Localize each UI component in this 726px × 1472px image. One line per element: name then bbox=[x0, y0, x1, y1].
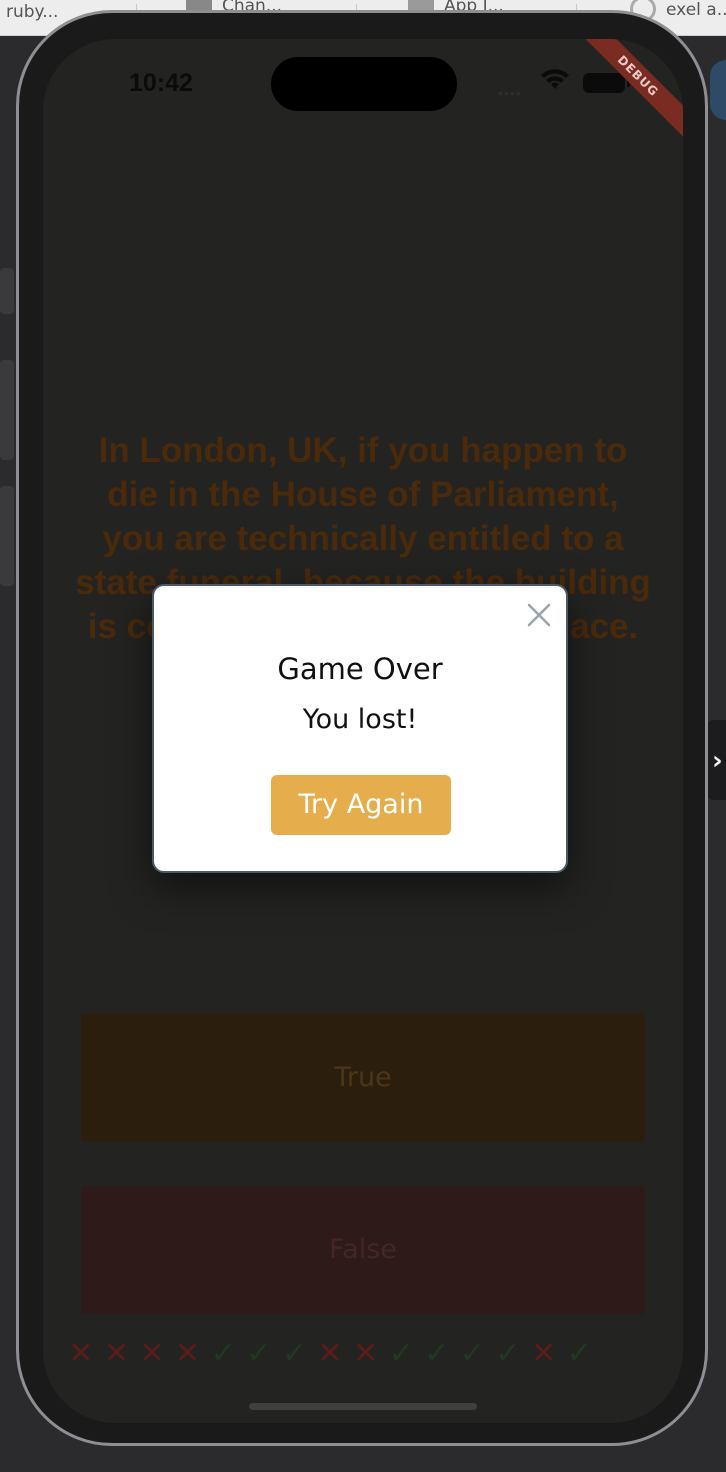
home-indicator[interactable] bbox=[249, 1403, 477, 1410]
game-over-dialog: Game Over You lost! Try Again bbox=[152, 584, 568, 873]
battery-icon bbox=[583, 73, 630, 93]
correct-mark-icon: ✓ bbox=[566, 1336, 592, 1371]
wrong-mark-icon: ✕ bbox=[103, 1336, 129, 1371]
correct-mark-icon: ✓ bbox=[210, 1336, 236, 1371]
wrong-mark-icon: ✕ bbox=[139, 1336, 165, 1371]
side-panel-toggle[interactable]: › bbox=[706, 720, 726, 800]
dynamic-island bbox=[271, 57, 457, 111]
correct-mark-icon: ✓ bbox=[495, 1336, 521, 1371]
close-icon[interactable] bbox=[524, 600, 554, 630]
wrong-mark-icon: ✕ bbox=[175, 1336, 201, 1371]
wrong-mark-icon: ✕ bbox=[317, 1336, 343, 1371]
status-time: 10:42 bbox=[129, 69, 193, 97]
correct-mark-icon: ✓ bbox=[424, 1336, 450, 1371]
dialog-title: Game Over bbox=[277, 652, 443, 686]
wifi-icon bbox=[541, 69, 569, 89]
browser-tab-label: exel a... bbox=[666, 0, 726, 20]
wrong-mark-icon: ✕ bbox=[68, 1336, 94, 1371]
signal-icon: •••• bbox=[498, 85, 522, 101]
correct-mark-icon: ✓ bbox=[281, 1336, 307, 1371]
background-panel bbox=[0, 360, 14, 460]
background-panel bbox=[0, 268, 14, 314]
background-panel bbox=[0, 486, 14, 586]
background-avatar bbox=[710, 60, 726, 120]
score-keeper: ✕ ✕ ✕ ✕ ✓ ✓ ✓ ✕ ✕ ✓ ✓ ✓ ✓ ✕ ✓ bbox=[63, 1337, 597, 1371]
correct-mark-icon: ✓ bbox=[388, 1336, 414, 1371]
chevron-right-icon: › bbox=[712, 746, 723, 776]
false-button[interactable]: False bbox=[81, 1186, 645, 1314]
correct-mark-icon: ✓ bbox=[459, 1336, 485, 1371]
true-button[interactable]: True bbox=[81, 1014, 645, 1142]
try-again-button[interactable]: Try Again bbox=[271, 775, 451, 835]
browser-tab-label: ruby... bbox=[6, 2, 59, 22]
correct-mark-icon: ✓ bbox=[246, 1336, 272, 1371]
wrong-mark-icon: ✕ bbox=[352, 1336, 379, 1371]
wrong-mark-icon: ✕ bbox=[530, 1336, 557, 1371]
dialog-message: You lost! bbox=[302, 704, 418, 735]
